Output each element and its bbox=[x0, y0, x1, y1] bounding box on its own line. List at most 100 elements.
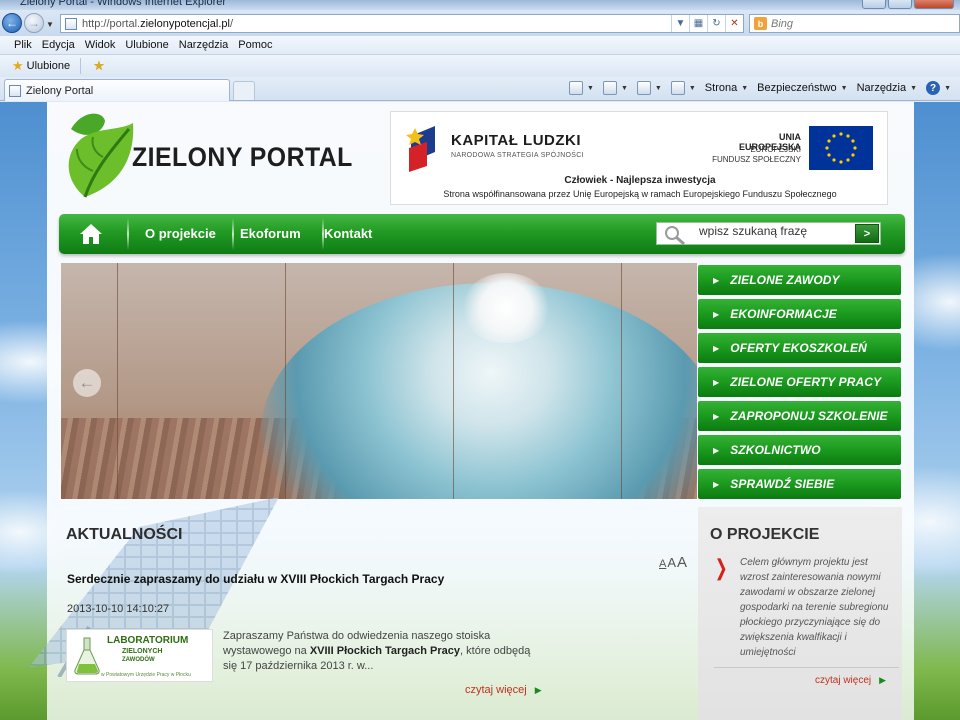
minimize-button[interactable] bbox=[862, 0, 886, 9]
menu-pomoc[interactable]: Pomoc bbox=[238, 39, 272, 51]
help-dropdown-icon[interactable]: ▼ bbox=[944, 85, 951, 92]
strona-menu[interactable]: Strona bbox=[705, 82, 737, 94]
lab-logo-line1: LABORATORIUM bbox=[107, 635, 189, 646]
menu-bar: Plik Edycja Widok Ulubione Narzędzia Pom… bbox=[0, 36, 960, 55]
feeds-dropdown-icon[interactable]: ▼ bbox=[621, 85, 628, 92]
stop-icon[interactable]: ✕ bbox=[725, 15, 743, 32]
slider-divider bbox=[285, 263, 286, 499]
image-slider[interactable]: ← bbox=[61, 263, 697, 499]
laboratorium-logo[interactable]: LABORATORIUM ZIELONYCH ZAWODÓW w Powiato… bbox=[66, 629, 213, 682]
about-project-read-more-link[interactable]: czytaj więcej ▶ bbox=[815, 675, 886, 686]
menu-plik[interactable]: Plik bbox=[14, 39, 32, 51]
article-title[interactable]: Serdecznie zapraszamy do udziału w XVIII… bbox=[67, 572, 444, 586]
flask-icon bbox=[74, 637, 100, 675]
lab-logo-line4: w Powiatowym Urzędzie Pracy w Płocku bbox=[101, 672, 191, 678]
tab-zielony-portal[interactable]: Zielony Portal bbox=[4, 79, 230, 101]
about-project-text: Celem głównym projektu jest wzrost zaint… bbox=[740, 557, 889, 658]
menu-narzedzia[interactable]: Narzędzia bbox=[179, 39, 229, 51]
article-date: 2013-10-10 14:10:27 bbox=[67, 603, 170, 615]
article-read-more-link[interactable]: czytaj więcej ▶ bbox=[465, 684, 542, 696]
nav-divider bbox=[232, 218, 234, 250]
main-navigation: O projekcie Ekoforum Kontakt wpisz szuka… bbox=[59, 214, 905, 254]
back-button[interactable]: ← bbox=[2, 13, 22, 33]
font-size-large[interactable]: A bbox=[677, 554, 687, 571]
window-title: Zielony Portal - Windows Internet Explor… bbox=[20, 0, 227, 8]
search-placeholder: Bing bbox=[771, 17, 794, 30]
favorites-button[interactable]: Ulubione bbox=[27, 60, 70, 72]
side-item-szkolnictwo[interactable]: ▶ SZKOLNICTWO bbox=[698, 435, 901, 465]
font-size-small[interactable]: A bbox=[659, 558, 666, 570]
narzedzia-dropdown-icon[interactable]: ▼ bbox=[910, 85, 917, 92]
compatibility-view-icon[interactable]: ▦ bbox=[689, 15, 707, 32]
eu-funding-banner: KAPITAŁ LUDZKI NARODOWA STRATEGIA SPÓJNO… bbox=[390, 111, 888, 205]
side-menu: ▶ ZIELONE ZAWODY ▶ EKOINFORMACJE ▶ OFERTY E… bbox=[698, 265, 901, 503]
kapital-ludzki-logo-icon bbox=[406, 126, 435, 172]
strona-dropdown-icon[interactable]: ▼ bbox=[741, 85, 748, 92]
address-dropdown-icon[interactable]: ▼ bbox=[671, 15, 689, 32]
refresh-icon[interactable]: ↻ bbox=[707, 15, 725, 32]
slider-prev-button[interactable]: ← bbox=[73, 369, 101, 397]
font-size-medium[interactable]: A bbox=[667, 555, 676, 570]
magnifier-icon bbox=[665, 226, 685, 245]
site-container: ZIELONY PORTAL KAPITAŁ LUDZKI NARODOWA S… bbox=[29, 102, 914, 720]
maximize-button[interactable] bbox=[888, 0, 912, 9]
side-item-ekoinformacje[interactable]: ▶ EKOINFORMACJE bbox=[698, 299, 901, 329]
home-icon[interactable] bbox=[79, 223, 103, 245]
forward-button[interactable]: → bbox=[24, 13, 44, 33]
history-dropdown-icon[interactable]: ▼ bbox=[46, 20, 54, 29]
side-item-zaproponuj-szkolenie[interactable]: ▶ ZAPROPONUJ SZKOLENIE bbox=[698, 401, 901, 431]
nav-ekoforum[interactable]: Ekoforum bbox=[240, 226, 301, 241]
lab-logo-line2: ZIELONYCH bbox=[122, 648, 163, 655]
site-search-input[interactable]: wpisz szukaną frazę bbox=[699, 224, 807, 238]
kapital-ludzki-subtitle: NARODOWA STRATEGIA SPÓJNOŚCI bbox=[451, 152, 584, 159]
slider-steam bbox=[461, 273, 551, 343]
nav-o-projekcie[interactable]: O projekcie bbox=[145, 226, 216, 241]
article-excerpt: Zapraszamy Państwa do odwiedzenia naszeg… bbox=[223, 630, 531, 672]
bezpieczenstwo-menu[interactable]: Bezpieczeństwo bbox=[757, 82, 837, 94]
site-search: wpisz szukaną frazę > bbox=[656, 222, 881, 245]
triangle-right-icon: ▶ bbox=[879, 675, 887, 685]
slider-divider bbox=[621, 263, 622, 499]
bing-icon: b bbox=[754, 17, 767, 30]
mail-icon[interactable] bbox=[636, 81, 651, 95]
eu-flag-icon bbox=[809, 126, 873, 170]
home-dropdown-icon[interactable]: ▼ bbox=[587, 85, 594, 92]
side-item-zielone-oferty-pracy[interactable]: ▶ ZIELONE OFERTY PRACY bbox=[698, 367, 901, 397]
triangle-right-icon: ▶ bbox=[713, 275, 720, 285]
print-icon[interactable] bbox=[670, 81, 685, 95]
help-icon[interactable]: ? bbox=[926, 81, 941, 95]
address-bar[interactable]: http://portal.zielonypotencjal.pl/ ▼ ▦ ↻… bbox=[60, 14, 744, 33]
nav-kontakt[interactable]: Kontakt bbox=[324, 226, 372, 241]
feeds-icon[interactable] bbox=[602, 81, 617, 95]
new-tab-button[interactable] bbox=[233, 81, 255, 100]
lab-logo-line3: ZAWODÓW bbox=[122, 657, 155, 663]
tab-title: Zielony Portal bbox=[26, 84, 94, 97]
menu-ulubione[interactable]: Ulubione bbox=[125, 39, 168, 51]
bezpieczenstwo-dropdown-icon[interactable]: ▼ bbox=[841, 85, 848, 92]
side-item-sprawdz-siebie[interactable]: ▶ SPRAWDŹ SIEBIE bbox=[698, 469, 901, 499]
site-logo-text[interactable]: ZIELONY PORTAL bbox=[132, 142, 353, 173]
leaf-logo-icon[interactable] bbox=[63, 111, 139, 199]
kapital-ludzki-title: KAPITAŁ LUDZKI bbox=[451, 132, 582, 149]
side-item-zielone-zawody[interactable]: ▶ ZIELONE ZAWODY bbox=[698, 265, 901, 295]
about-project-divider bbox=[714, 667, 899, 668]
home-icon[interactable] bbox=[569, 81, 584, 95]
triangle-right-icon: ▶ bbox=[534, 685, 542, 695]
narzedzia-menu[interactable]: Narzędzia bbox=[857, 82, 907, 94]
search-bar[interactable]: b Bing bbox=[749, 14, 960, 33]
address-url[interactable]: http://portal.zielonypotencjal.pl/ bbox=[82, 18, 671, 30]
menu-widok[interactable]: Widok bbox=[85, 39, 116, 51]
triangle-right-icon: ▶ bbox=[713, 411, 720, 421]
print-dropdown-icon[interactable]: ▼ bbox=[689, 85, 696, 92]
site-search-button[interactable]: > bbox=[855, 224, 879, 243]
add-favorite-icon[interactable]: ★ bbox=[93, 58, 105, 74]
back-arrow-icon: ← bbox=[6, 16, 18, 30]
mail-dropdown-icon[interactable]: ▼ bbox=[655, 85, 662, 92]
font-size-switcher: A A A bbox=[659, 554, 687, 571]
page-viewport: ZIELONY PORTAL KAPITAŁ LUDZKI NARODOWA S… bbox=[0, 102, 960, 720]
command-bar: ▼ ▼ ▼ ▼ Strona ▼ Bezpieczeństwo ▼ Narzędzi… bbox=[569, 81, 956, 95]
close-window-button[interactable] bbox=[914, 0, 954, 9]
menu-edycja[interactable]: Edycja bbox=[42, 39, 75, 51]
side-item-oferty-ekoszkolen[interactable]: ▶ OFERTY EKOSZKOLEŃ bbox=[698, 333, 901, 363]
news-heading: AKTUALNOŚCI bbox=[66, 526, 183, 543]
